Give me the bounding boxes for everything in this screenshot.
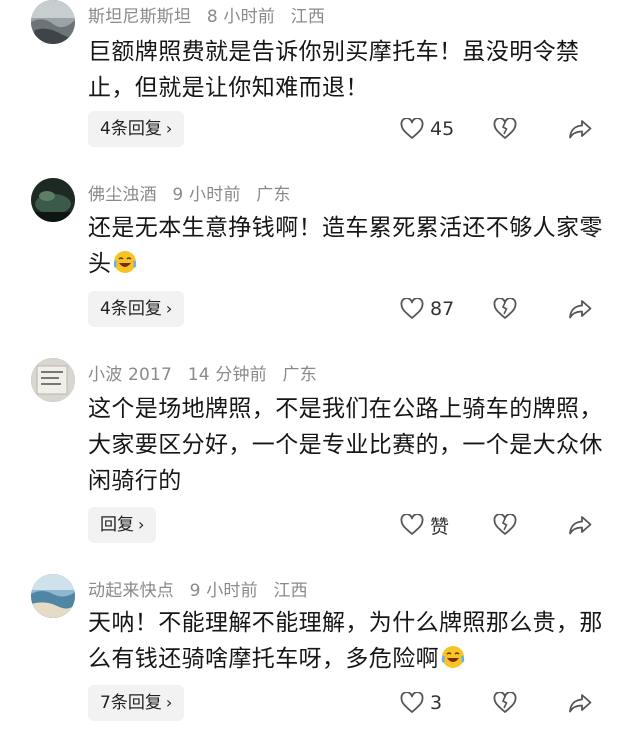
- reply-button[interactable]: 回复 ›: [88, 507, 157, 543]
- username[interactable]: 动起来快点: [88, 581, 174, 601]
- location: 江西: [273, 581, 308, 601]
- chevron-right-icon: ›: [165, 119, 173, 138]
- comment-meta: 斯坦尼斯斯坦 8 小时前 江西: [88, 2, 335, 27]
- reply-label: 回复: [100, 515, 134, 535]
- view-replies-button[interactable]: 4条回复 ›: [88, 111, 185, 147]
- location: 广东: [282, 365, 317, 385]
- view-replies-button[interactable]: 4条回复 ›: [88, 291, 185, 327]
- timestamp: 8 小时前: [206, 7, 276, 27]
- avatar[interactable]: [31, 358, 75, 402]
- username[interactable]: 佛尘浊酒: [88, 185, 157, 205]
- chevron-right-icon: ›: [138, 515, 145, 534]
- like-button[interactable]: 45: [400, 111, 454, 147]
- laughing-tears-emoji: [114, 251, 137, 273]
- timestamp: 9 小时前: [189, 581, 258, 601]
- chevron-right-icon: ›: [165, 299, 173, 318]
- timestamp: 14 分钟前: [187, 365, 267, 385]
- share-button[interactable]: [568, 507, 592, 543]
- share-arrow-icon: [569, 300, 592, 319]
- comment-actions: 赞: [400, 507, 640, 543]
- heart-icon: [400, 118, 424, 139]
- like-count: 3: [430, 692, 443, 714]
- comment-actions: 87: [400, 291, 640, 327]
- dislike-button[interactable]: [493, 685, 517, 721]
- comment-meta: 佛尘浊酒 9 小时前 广东: [88, 180, 301, 205]
- comment-meta: 小波 2017 14 分钟前 广东: [88, 360, 327, 385]
- broken-heart-icon: [493, 298, 517, 319]
- like-label: 赞: [430, 515, 450, 538]
- share-button[interactable]: [568, 685, 592, 721]
- comment-text: 这个是场地牌照，不是我们在公路上骑车的牌照，大家要区分好，一个是专业比赛的，一个…: [88, 391, 618, 499]
- heart-icon: [400, 514, 424, 535]
- comment-actions: 3: [400, 685, 640, 721]
- dislike-button[interactable]: [493, 291, 517, 327]
- share-button[interactable]: [568, 291, 592, 327]
- share-arrow-icon: [569, 120, 592, 139]
- comment-text: 巨额牌照费就是告诉你别买摩托车！虽没明令禁止，但就是让你知难而退！: [88, 34, 618, 106]
- timestamp: 9 小时前: [172, 185, 241, 205]
- broken-heart-icon: [493, 692, 517, 713]
- like-count: 87: [430, 298, 455, 320]
- broken-heart-icon: [493, 118, 517, 139]
- share-arrow-icon: [569, 694, 592, 713]
- location: 广东: [256, 185, 291, 205]
- like-button[interactable]: 赞: [400, 507, 449, 543]
- like-button[interactable]: 87: [400, 291, 454, 327]
- heart-icon: [400, 692, 424, 713]
- username[interactable]: 小波 2017: [88, 365, 172, 385]
- reply-count-label: 7条回复: [100, 693, 162, 713]
- dislike-button[interactable]: [493, 507, 517, 543]
- like-button[interactable]: 3: [400, 685, 442, 721]
- avatar[interactable]: [31, 574, 75, 618]
- username[interactable]: 斯坦尼斯斯坦: [88, 7, 191, 27]
- share-button[interactable]: [568, 111, 592, 147]
- dislike-button[interactable]: [493, 111, 517, 147]
- comment-text: 还是无本生意挣钱啊！造车累死累活还不够人家零头: [88, 210, 618, 282]
- comment-actions: 45: [400, 111, 640, 147]
- avatar[interactable]: [31, 178, 75, 222]
- laughing-tears-emoji: [441, 646, 465, 668]
- location: 江西: [290, 7, 326, 27]
- comment-text-content: 还是无本生意挣钱啊！造车累死累活还不够人家零头: [88, 215, 603, 277]
- comment-text: 天呐！不能理解不能理解，为什么牌照那么贵，那么有钱还骑啥摩托车呀，多危险啊: [88, 605, 618, 677]
- share-arrow-icon: [569, 516, 592, 535]
- comment-text-content: 巨额牌照费就是告诉你别买摩托车！虽没明令禁止，但就是让你知难而退！: [88, 39, 580, 101]
- comment-meta: 动起来快点 9 小时前 江西: [88, 576, 318, 601]
- comment-text-content: 这个是场地牌照，不是我们在公路上骑车的牌照，大家要区分好，一个是专业比赛的，一个…: [88, 396, 603, 494]
- reply-count-label: 4条回复: [100, 119, 162, 139]
- avatar[interactable]: [31, 0, 75, 44]
- view-replies-button[interactable]: 7条回复 ›: [88, 685, 185, 721]
- reply-count-label: 4条回复: [100, 299, 162, 319]
- broken-heart-icon: [493, 514, 517, 535]
- heart-icon: [400, 298, 424, 319]
- like-count: 45: [430, 118, 455, 140]
- chevron-right-icon: ›: [165, 693, 173, 712]
- comment-text-content: 天呐！不能理解不能理解，为什么牌照那么贵，那么有钱还骑啥摩托车呀，多危险啊: [88, 610, 603, 672]
